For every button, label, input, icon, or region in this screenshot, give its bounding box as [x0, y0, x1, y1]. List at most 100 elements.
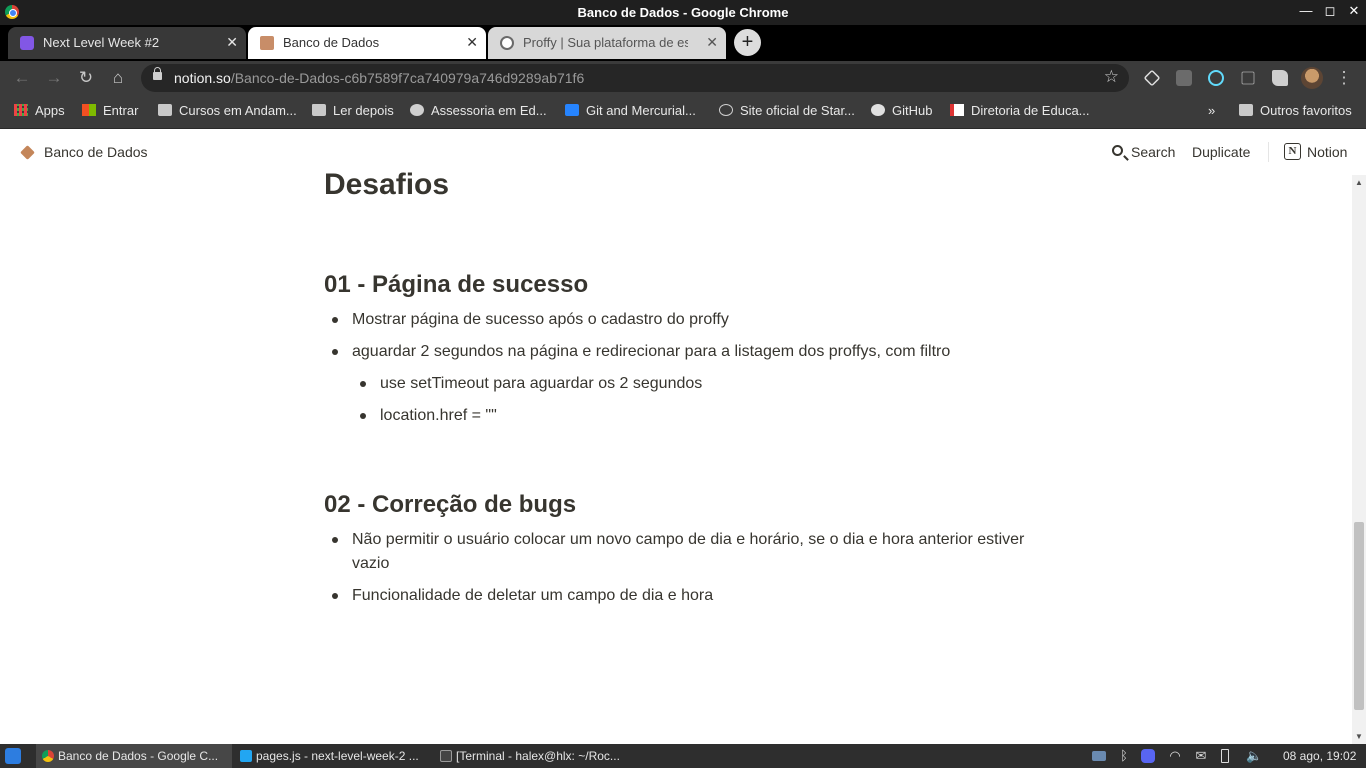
- taskbar-item-terminal[interactable]: [Terminal - halex@hlx: ~/Roc...: [434, 744, 634, 768]
- list-item: aguardar 2 segundos na página e redireci…: [332, 340, 1042, 364]
- extension-diamond-icon[interactable]: [1143, 69, 1161, 87]
- bookmark-label: Ler depois: [333, 103, 394, 118]
- bluetooth-icon[interactable]: ᛒ: [1117, 749, 1131, 763]
- bookmark-diretoria[interactable]: Diretoria de Educa...: [950, 103, 1090, 118]
- tab-proffy[interactable]: Proffy | Sua plataforma de estudos onlin…: [488, 27, 726, 59]
- folder-icon: [312, 104, 326, 116]
- maximize-button[interactable]: ◻: [1320, 3, 1340, 19]
- vscode-icon: [240, 750, 252, 762]
- extension-json-icon[interactable]: [1241, 71, 1255, 85]
- site-icon: [950, 104, 964, 116]
- scroll-up-icon[interactable]: ▲: [1355, 178, 1363, 187]
- page-cube-icon: [20, 145, 35, 160]
- search-button[interactable]: Search: [1131, 144, 1175, 160]
- scrollbar-thumb[interactable]: [1354, 522, 1364, 710]
- tab-banco-de-dados[interactable]: Banco de Dados ✕: [248, 27, 486, 59]
- react-devtools-icon[interactable]: [1208, 70, 1224, 86]
- scroll-down-icon[interactable]: ▼: [1355, 732, 1363, 741]
- bookmark-label: Cursos em Andam...: [179, 103, 297, 118]
- section-heading: 02 - Correção de bugs: [324, 491, 577, 518]
- terminal-icon: [440, 750, 452, 762]
- bookmark-assessoria[interactable]: Assessoria em Ed...: [410, 103, 547, 118]
- folder-icon: [158, 104, 172, 116]
- notion-brand-link[interactable]: Notion: [1307, 144, 1347, 160]
- window-title: Banco de Dados - Google Chrome: [577, 5, 789, 20]
- chrome-icon: [42, 750, 54, 762]
- close-window-button[interactable]: ✕: [1344, 3, 1364, 19]
- tab-label: Next Level Week #2: [43, 35, 160, 50]
- volume-icon[interactable]: 🔈: [1246, 749, 1262, 763]
- notion-logo-icon[interactable]: N: [1284, 143, 1301, 160]
- tab-close-icon[interactable]: ✕: [226, 34, 238, 51]
- tab-close-icon[interactable]: ✕: [466, 34, 478, 51]
- duplicate-button[interactable]: Duplicate: [1192, 144, 1250, 160]
- bookmarks-more-icon[interactable]: »: [1208, 103, 1215, 118]
- bookmark-star-icon[interactable]: ☆: [1104, 67, 1119, 87]
- list-item: Não permitir o usuário colocar um novo c…: [332, 528, 1044, 576]
- bookmark-github[interactable]: GitHub: [871, 103, 932, 118]
- bookmark-label: Assessoria em Ed...: [431, 103, 547, 118]
- star-icon: [719, 104, 733, 116]
- taskbar-item-label: pages.js - next-level-week-2 ...: [256, 749, 419, 763]
- new-tab-button[interactable]: +: [734, 29, 761, 56]
- bookmark-label: Git and Mercurial...: [586, 103, 696, 118]
- page-scrollbar[interactable]: ▲ ▼: [1352, 175, 1366, 745]
- apps-grid-icon: [14, 104, 28, 116]
- microsoft-icon: [82, 104, 96, 116]
- back-icon[interactable]: ←: [11, 67, 33, 89]
- bookmark-other-favorites[interactable]: Outros favoritos: [1239, 103, 1352, 118]
- url-domain: notion.so: [174, 70, 231, 86]
- bitbucket-icon: [565, 104, 579, 116]
- tab-strip: Next Level Week #2 ✕ Banco de Dados ✕ Pr…: [0, 25, 1366, 61]
- tray-app-icon[interactable]: [1092, 751, 1106, 761]
- bookmark-label: Entrar: [103, 103, 139, 118]
- divider: [1268, 142, 1269, 162]
- taskbar-item-chrome[interactable]: Banco de Dados - Google C...: [36, 744, 232, 768]
- bookmark-label: Diretoria de Educa...: [971, 103, 1090, 118]
- bookmark-label: Site oficial de Star...: [740, 103, 855, 118]
- profile-avatar[interactable]: [1301, 67, 1323, 89]
- bookmark-bitbucket[interactable]: Git and Mercurial...: [565, 103, 696, 118]
- taskbar-item-label: Banco de Dados - Google C...: [58, 749, 219, 763]
- window-titlebar: Banco de Dados - Google Chrome — ◻ ✕: [0, 0, 1366, 25]
- breadcrumb-page-title[interactable]: Banco de Dados: [44, 144, 148, 160]
- bookmark-entrar[interactable]: Entrar: [82, 103, 138, 118]
- start-menu-icon[interactable]: [5, 748, 21, 764]
- tab-next-level-week[interactable]: Next Level Week #2 ✕: [8, 27, 246, 59]
- globe-icon: [410, 104, 424, 116]
- mail-icon[interactable]: ✉: [1194, 749, 1208, 763]
- extension-translate-icon[interactable]: [1176, 70, 1192, 86]
- bookmark-star-site[interactable]: Site oficial de Star...: [719, 103, 855, 118]
- rocketseat-favicon-icon: [20, 36, 34, 50]
- github-icon: [871, 104, 885, 116]
- extensions-puzzle-icon[interactable]: [1272, 70, 1288, 86]
- forward-icon[interactable]: →: [43, 67, 65, 89]
- page-content: Desafios 01 - Página de sucesso Mostrar …: [324, 166, 1044, 604]
- url-text[interactable]: notion.so/Banco-de-Dados-c6b7589f7ca7409…: [174, 70, 584, 86]
- bookmark-ler-depois[interactable]: Ler depois: [312, 103, 394, 118]
- address-bar[interactable]: notion.so/Banco-de-Dados-c6b7589f7ca7409…: [141, 64, 1129, 92]
- bookmark-label: Outros favoritos: [1260, 103, 1352, 118]
- wifi-icon[interactable]: ◠: [1168, 749, 1182, 763]
- tab-close-icon[interactable]: ✕: [706, 34, 718, 51]
- section-heading: 01 - Página de sucesso: [324, 271, 589, 298]
- reload-icon[interactable]: ↻: [75, 67, 97, 89]
- page-heading: Desafios: [324, 168, 450, 201]
- list-item: Mostrar página de sucesso após o cadastr…: [332, 308, 1042, 332]
- bookmark-cursos[interactable]: Cursos em Andam...: [158, 103, 297, 118]
- bookmark-apps[interactable]: Apps: [14, 103, 65, 118]
- search-icon[interactable]: [1112, 145, 1123, 156]
- discord-icon[interactable]: [1141, 749, 1155, 763]
- list-subitem: location.href = "": [360, 404, 1040, 428]
- os-taskbar: Banco de Dados - Google C... pages.js - …: [0, 744, 1366, 768]
- minimize-button[interactable]: —: [1296, 3, 1316, 18]
- taskbar-item-vscode[interactable]: pages.js - next-level-week-2 ...: [234, 744, 432, 768]
- chrome-menu-icon[interactable]: ⋮: [1333, 67, 1355, 89]
- battery-icon[interactable]: [1221, 749, 1229, 763]
- bookmark-label: GitHub: [892, 103, 933, 118]
- bookmarks-bar: Apps Entrar Cursos em Andam... Ler depoi…: [0, 95, 1366, 129]
- browser-toolbar: ← → ↻ ⌂ notion.so/Banco-de-Dados-c6b7589…: [0, 61, 1366, 95]
- clock[interactable]: 08 ago, 19:02: [1283, 749, 1356, 763]
- tab-label: Banco de Dados: [283, 35, 380, 50]
- home-icon[interactable]: ⌂: [107, 67, 129, 89]
